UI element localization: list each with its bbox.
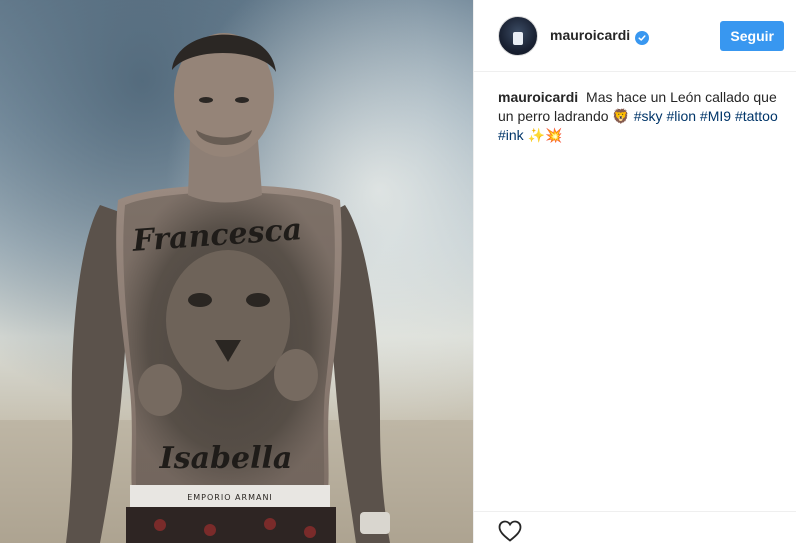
post-actions xyxy=(474,511,796,543)
tattooed-man-photo: Francesca Isabella EMPORIO ARMANI xyxy=(0,0,473,543)
follow-button[interactable]: Seguir xyxy=(720,20,784,51)
instagram-post: Francesca Isabella EMPORIO ARMANI mauroi… xyxy=(0,0,796,543)
post-photo[interactable]: Francesca Isabella EMPORIO ARMANI xyxy=(0,0,473,543)
sparkles-emoji-icon: ✨ xyxy=(527,127,546,143)
username-text: mauroicardi xyxy=(550,26,631,43)
verified-badge-icon xyxy=(635,30,650,45)
caption: mauroicardi Mas hace un León callado que… xyxy=(474,72,796,145)
avatar[interactable] xyxy=(498,15,538,56)
belly-script-tattoo: Isabella xyxy=(159,441,293,476)
post-header: mauroicardi Seguir xyxy=(474,0,796,72)
hashtag-tattoo[interactable]: #tattoo xyxy=(735,108,778,124)
caption-username[interactable]: mauroicardi xyxy=(498,89,578,105)
hashtag-sky[interactable]: #sky xyxy=(634,108,663,124)
heart-icon[interactable] xyxy=(498,520,522,546)
lion-emoji-icon: 🦁 xyxy=(612,108,630,124)
collision-emoji-icon: 💥 xyxy=(545,127,563,143)
post-sidebar: mauroicardi Seguir mauroicardi Mas hace … xyxy=(473,0,796,543)
hashtag-mi9[interactable]: #MI9 xyxy=(700,108,731,124)
avatar-shirt-icon xyxy=(513,32,523,45)
waistband-text: EMPORIO ARMANI xyxy=(187,493,273,502)
hashtag-ink[interactable]: #ink xyxy=(498,127,524,143)
username-link[interactable]: mauroicardi xyxy=(550,26,650,45)
hashtag-lion[interactable]: #lion xyxy=(666,108,696,124)
